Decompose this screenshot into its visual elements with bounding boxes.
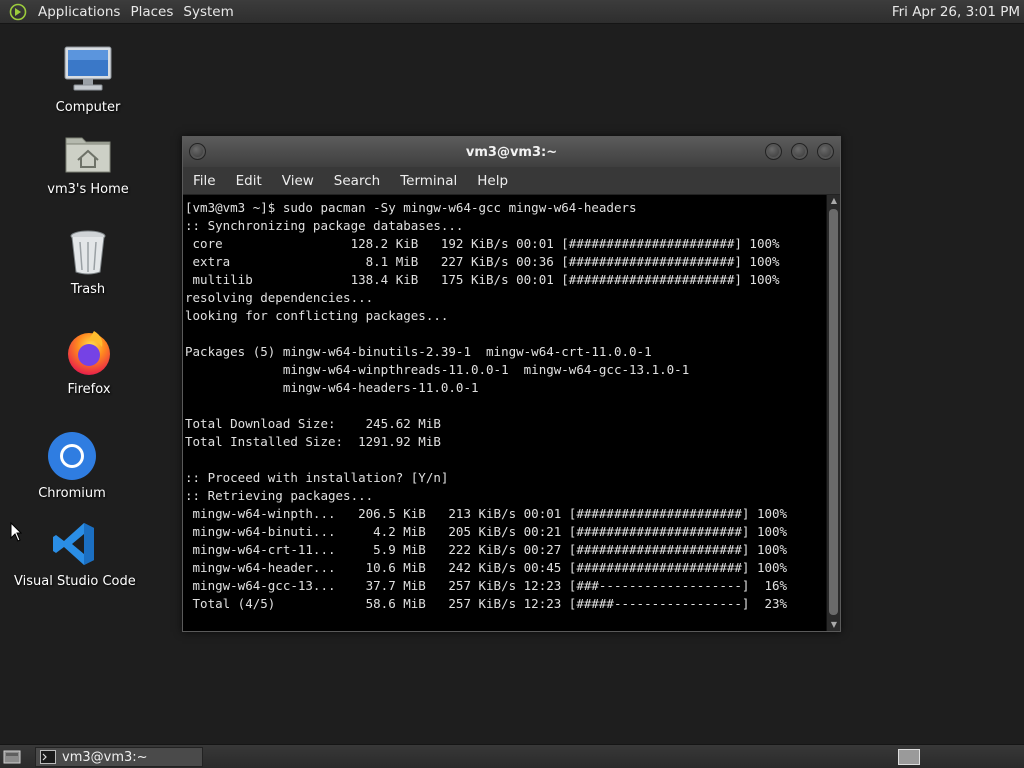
trash-icon: [60, 226, 116, 278]
menu-terminal[interactable]: Terminal: [390, 173, 467, 189]
terminal-line: mingw-w64-headers-11.0.0-1: [185, 380, 479, 395]
scroll-down-arrow-icon[interactable]: ▼: [827, 619, 841, 631]
computer-icon: [60, 44, 116, 96]
menu-view[interactable]: View: [272, 173, 324, 189]
terminal-output[interactable]: [vm3@vm3 ~]$ sudo pacman -Sy mingw-w64-g…: [183, 195, 826, 631]
home-folder-icon: [60, 126, 116, 178]
taskbar-item-terminal[interactable]: vm3@vm3:~: [35, 747, 203, 767]
terminal-line: looking for conflicting packages...: [185, 308, 449, 323]
maximize-button[interactable]: [791, 143, 808, 160]
terminal-line: Total (4/5) 58.6 MiB 257 KiB/s 12:23 [##…: [185, 596, 788, 611]
desktop-icon-vscode[interactable]: Visual Studio Code: [14, 518, 136, 589]
terminal-scrollbar[interactable]: ▲ ▼: [826, 195, 840, 631]
menu-search[interactable]: Search: [324, 173, 390, 189]
mouse-cursor-icon: [10, 521, 23, 546]
chromium-icon: [44, 430, 100, 482]
taskbar-item-label: vm3@vm3:~: [62, 749, 148, 765]
desktop-icon-firefox[interactable]: Firefox: [29, 326, 149, 397]
desktop-icon-home[interactable]: vm3's Home: [28, 126, 148, 197]
bottom-panel: vm3@vm3:~: [0, 744, 1024, 768]
terminal-line: resolving dependencies...: [185, 290, 374, 305]
window-titlebar[interactable]: vm3@vm3:~: [183, 137, 840, 167]
distro-logo-icon[interactable]: [8, 2, 28, 22]
terminal-line: Total Download Size: 245.62 MiB: [185, 416, 441, 431]
terminal-menubar: File Edit View Search Terminal Help: [183, 167, 840, 195]
terminal-line: :: Proceed with installation? [Y/n]: [185, 470, 449, 485]
desktop-icon-label: Chromium: [38, 486, 106, 501]
window-menu-button[interactable]: [189, 143, 206, 160]
desktop-icon-label: Computer: [55, 100, 121, 115]
terminal-icon: [40, 750, 56, 764]
terminal-line: mingw-w64-crt-11... 5.9 MiB 222 KiB/s 00…: [185, 542, 788, 557]
menu-file[interactable]: File: [183, 173, 226, 189]
system-menu[interactable]: System: [178, 0, 238, 24]
vscode-icon: [46, 518, 102, 570]
terminal-line: extra 8.1 MiB 227 KiB/s 00:36 [#########…: [185, 254, 780, 269]
terminal-line: Total Installed Size: 1291.92 MiB: [185, 434, 441, 449]
show-desktop-icon[interactable]: [2, 748, 22, 766]
minimize-button[interactable]: [765, 143, 782, 160]
terminal-line: :: Synchronizing package databases...: [185, 218, 464, 233]
close-button[interactable]: [817, 143, 834, 160]
terminal-line: :: Retrieving packages...: [185, 488, 374, 503]
terminal-line: Packages (5) mingw-w64-binutils-2.39-1 m…: [185, 344, 652, 359]
window-title: vm3@vm3:~: [465, 144, 558, 160]
terminal-line: mingw-w64-winpthreads-11.0.0-1 mingw-w64…: [185, 362, 690, 377]
menu-help[interactable]: Help: [467, 173, 518, 189]
menu-edit[interactable]: Edit: [226, 173, 272, 189]
scrollbar-thumb[interactable]: [829, 209, 838, 615]
desktop-icon-label: Trash: [70, 282, 106, 297]
desktop-icon-label: Visual Studio Code: [14, 574, 136, 589]
desktop-icon-computer[interactable]: Computer: [28, 44, 148, 115]
desktop-icon-label: vm3's Home: [47, 182, 129, 197]
workspace-switcher[interactable]: [898, 749, 920, 765]
places-menu[interactable]: Places: [125, 0, 178, 24]
desktop-icon-chromium[interactable]: Chromium: [12, 430, 132, 501]
terminal-line: [vm3@vm3 ~]$ sudo pacman -Sy mingw-w64-g…: [185, 200, 637, 215]
terminal-line: mingw-w64-header... 10.6 MiB 242 KiB/s 0…: [185, 560, 788, 575]
terminal-line: multilib 138.4 KiB 175 KiB/s 00:01 [####…: [185, 272, 780, 287]
terminal-window[interactable]: vm3@vm3:~ File Edit View Search Terminal…: [182, 136, 841, 632]
applications-menu[interactable]: Applications: [33, 0, 125, 24]
terminal-line: mingw-w64-winpth... 206.5 KiB 213 KiB/s …: [185, 506, 788, 521]
firefox-icon: [61, 326, 117, 378]
clock[interactable]: Fri Apr 26, 3:01 PM: [892, 0, 1020, 24]
desktop-icon-label: Firefox: [67, 382, 111, 397]
terminal-line: mingw-w64-binuti... 4.2 MiB 205 KiB/s 00…: [185, 524, 788, 539]
terminal-line: mingw-w64-gcc-13... 37.7 MiB 257 KiB/s 1…: [185, 578, 788, 593]
top-panel: Applications Places System Fri Apr 26, 3…: [0, 0, 1024, 24]
scroll-up-arrow-icon[interactable]: ▲: [827, 195, 841, 207]
desktop-icon-trash[interactable]: Trash: [28, 226, 148, 297]
terminal-line: core 128.2 KiB 192 KiB/s 00:01 [########…: [185, 236, 780, 251]
